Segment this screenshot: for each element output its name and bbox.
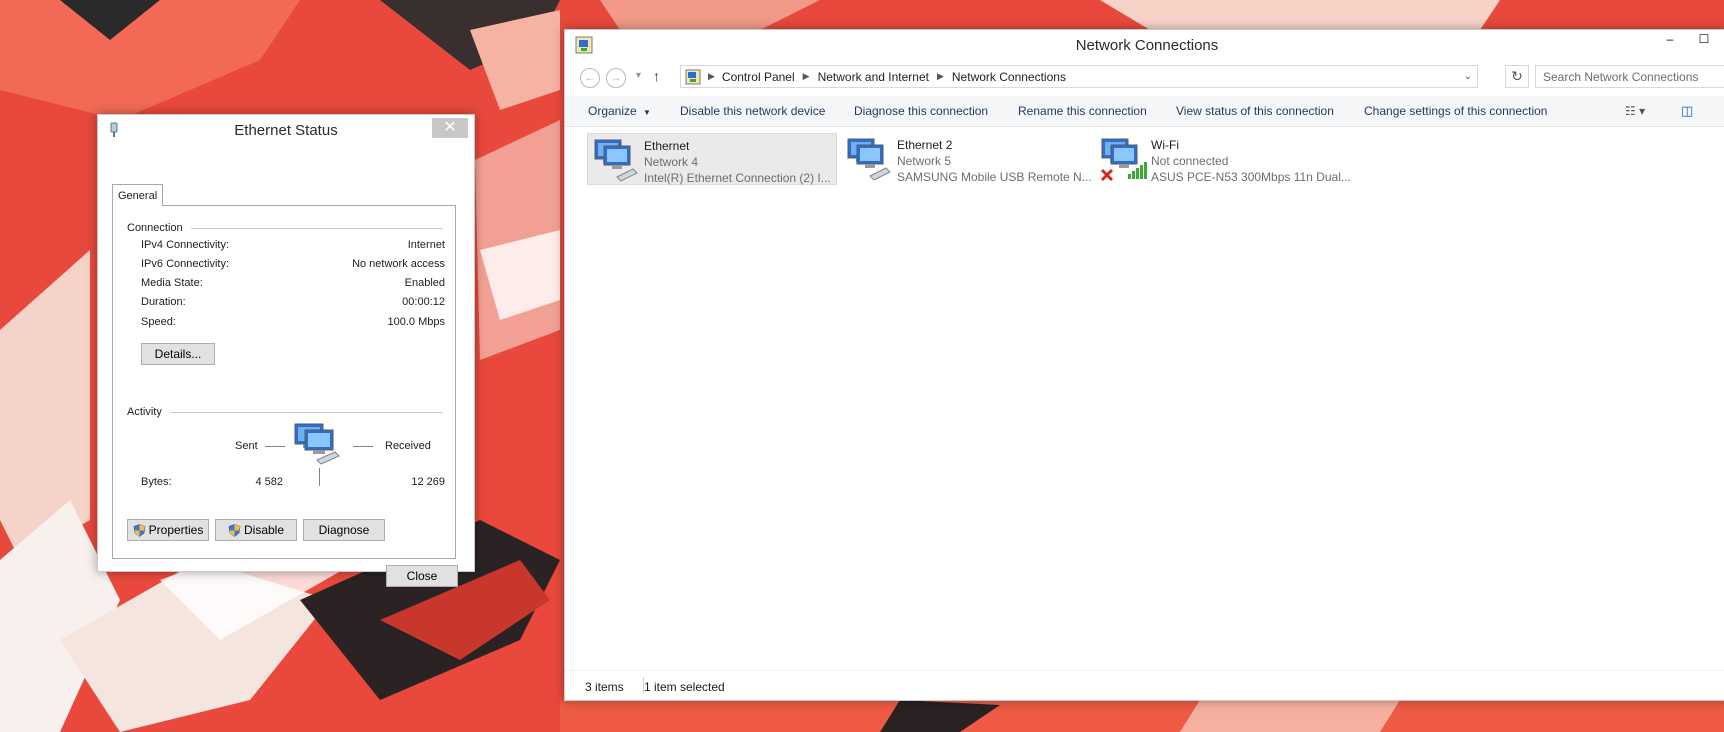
activity-heading: Activity: [127, 406, 162, 418]
rename-connection-button[interactable]: Rename this connection: [1018, 104, 1147, 118]
connection-group-header: Connection: [127, 222, 443, 234]
dialog-title: Ethernet Status: [234, 122, 338, 139]
ipv6-row: IPv6 Connectivity: No network access: [141, 258, 445, 270]
details-button[interactable]: Details...: [141, 343, 215, 365]
ipv6-label: IPv6 Connectivity:: [141, 258, 230, 270]
disable-button[interactable]: Disable: [215, 519, 297, 541]
bytes-received-value: 12 269: [411, 476, 445, 488]
organize-label: Organize: [588, 104, 637, 118]
received-label: Received: [385, 440, 431, 452]
media-state-row: Media State: Enabled: [141, 277, 445, 289]
diagnose-connection-button[interactable]: Diagnose this connection: [854, 104, 988, 118]
connection-device: Intel(R) Ethernet Connection (2) I...: [644, 171, 831, 185]
item-count: 3 items: [585, 680, 624, 694]
chevron-down-icon: ▼: [643, 108, 651, 117]
connection-name: Ethernet 2: [897, 138, 953, 152]
ipv4-row: IPv4 Connectivity: Internet: [141, 239, 445, 251]
preview-pane-icon[interactable]: ◫: [1681, 103, 1693, 119]
command-bar: Organize ▼ Disable this network device D…: [565, 96, 1724, 127]
ipv4-label: IPv4 Connectivity:: [141, 239, 230, 251]
back-arrow-icon[interactable]: ←: [580, 68, 600, 88]
speed-value: 100.0 Mbps: [387, 316, 445, 328]
properties-button[interactable]: Properties: [127, 519, 209, 541]
divider: [190, 227, 443, 229]
connection-heading: Connection: [127, 222, 183, 234]
change-settings-button[interactable]: Change settings of this connection: [1364, 104, 1547, 118]
breadcrumb-separator-icon[interactable]: ▶: [708, 71, 715, 82]
selected-count: 1 item selected: [644, 680, 725, 694]
up-arrow-icon[interactable]: ↑: [653, 68, 660, 84]
address-bar-row: ← → ▼ ↑ ▶ Control Panel ▶ Network and In…: [565, 60, 1724, 96]
speed-label: Speed:: [141, 316, 176, 328]
connection-name: Wi-Fi: [1151, 138, 1179, 152]
wired-network-icon: [591, 137, 641, 183]
view-status-button[interactable]: View status of this connection: [1176, 104, 1334, 118]
duration-row: Duration: 00:00:12: [141, 296, 445, 308]
breadcrumb-network-connections[interactable]: Network Connections: [952, 70, 1066, 84]
ipv6-value: No network access: [352, 258, 445, 270]
control-panel-icon: [685, 69, 701, 85]
address-dropdown-icon[interactable]: ⌄: [1464, 71, 1472, 82]
media-state-value: Enabled: [404, 277, 445, 289]
search-input[interactable]: Search Network Connections: [1535, 65, 1724, 88]
forward-arrow-icon[interactable]: →: [606, 68, 626, 88]
sent-line: [265, 446, 285, 447]
connection-device: ASUS PCE-N53 300Mbps 11n Dual...: [1151, 170, 1351, 184]
tab-general[interactable]: General: [112, 184, 163, 206]
properties-button-label: Properties: [148, 523, 204, 537]
list-item-ethernet[interactable]: Ethernet Network 4 Intel(R) Ethernet Con…: [587, 133, 837, 185]
connection-network: Not connected: [1151, 154, 1229, 168]
connection-device: SAMSUNG Mobile USB Remote N...: [897, 170, 1092, 184]
dialog-titlebar[interactable]: Ethernet Status ✕: [98, 115, 474, 145]
ipv4-value: Internet: [407, 239, 445, 251]
window-titlebar[interactable]: Network Connections – ☐: [565, 30, 1724, 60]
diagnose-button[interactable]: Diagnose: [303, 519, 385, 541]
address-bar[interactable]: ▶ Control Panel ▶ Network and Internet ▶…: [680, 65, 1478, 88]
breadcrumb-separator-icon[interactable]: ▶: [937, 71, 944, 82]
general-tab-panel: Connection IPv4 Connectivity: Internet I…: [112, 205, 456, 559]
maximize-button[interactable]: ☐: [1689, 32, 1719, 46]
connection-network: Network 4: [644, 155, 699, 169]
disable-button-label: Disable: [243, 523, 285, 537]
breadcrumb-network-and-internet[interactable]: Network and Internet: [818, 70, 929, 84]
duration-label: Duration:: [141, 296, 186, 308]
wired-network-icon: [844, 136, 894, 182]
activity-group-header: Activity: [127, 406, 443, 418]
disable-device-button[interactable]: Disable this network device: [680, 104, 825, 118]
bytes-label: Bytes:: [141, 476, 172, 488]
refresh-icon[interactable]: ↻: [1505, 65, 1529, 88]
received-line: [353, 446, 373, 447]
ethernet-status-dialog: Ethernet Status ✕ General Connection IPv…: [97, 114, 475, 587]
uac-shield-icon: [228, 523, 241, 537]
window-title: Network Connections: [1075, 37, 1219, 54]
divider: [169, 411, 443, 413]
duration-value: 00:00:12: [402, 296, 445, 308]
breadcrumb-separator-icon[interactable]: ▶: [803, 71, 810, 82]
connections-list: Ethernet Network 4 Intel(R) Ethernet Con…: [565, 128, 1724, 661]
close-button[interactable]: Close: [386, 565, 458, 587]
uac-shield-icon: [133, 523, 146, 537]
media-state-label: Media State:: [141, 277, 203, 289]
connection-name: Ethernet: [644, 139, 690, 153]
list-item-wifi[interactable]: Wi-Fi Not connected ASUS PCE-N53 300Mbps…: [1095, 133, 1351, 185]
view-options-icon[interactable]: ☷ ▾: [1625, 104, 1645, 118]
sent-label: Sent: [235, 440, 258, 452]
dialog-body: General Connection IPv4 Connectivity: In…: [98, 145, 474, 587]
network-connections-window: Network Connections – ☐ ← → ▼ ↑ ▶ Contro…: [564, 29, 1724, 701]
chevron-down-icon[interactable]: ▼: [634, 70, 643, 80]
status-bar: 3 items 1 item selected: [565, 670, 1724, 700]
minimize-button[interactable]: –: [1655, 32, 1685, 46]
list-item-ethernet-2[interactable]: Ethernet 2 Network 5 SAMSUNG Mobile USB …: [841, 133, 1092, 185]
breadcrumb-control-panel[interactable]: Control Panel: [722, 70, 795, 84]
bytes-sent-value: 4 582: [255, 476, 283, 488]
speed-row: Speed: 100.0 Mbps: [141, 316, 445, 328]
close-icon[interactable]: ✕: [432, 118, 468, 138]
wifi-disconnected-icon: [1098, 136, 1148, 182]
organize-menu[interactable]: Organize ▼: [588, 104, 651, 118]
activity-computers-icon: [291, 422, 343, 466]
connection-network: Network 5: [897, 154, 952, 168]
bytes-divider: [319, 468, 320, 486]
